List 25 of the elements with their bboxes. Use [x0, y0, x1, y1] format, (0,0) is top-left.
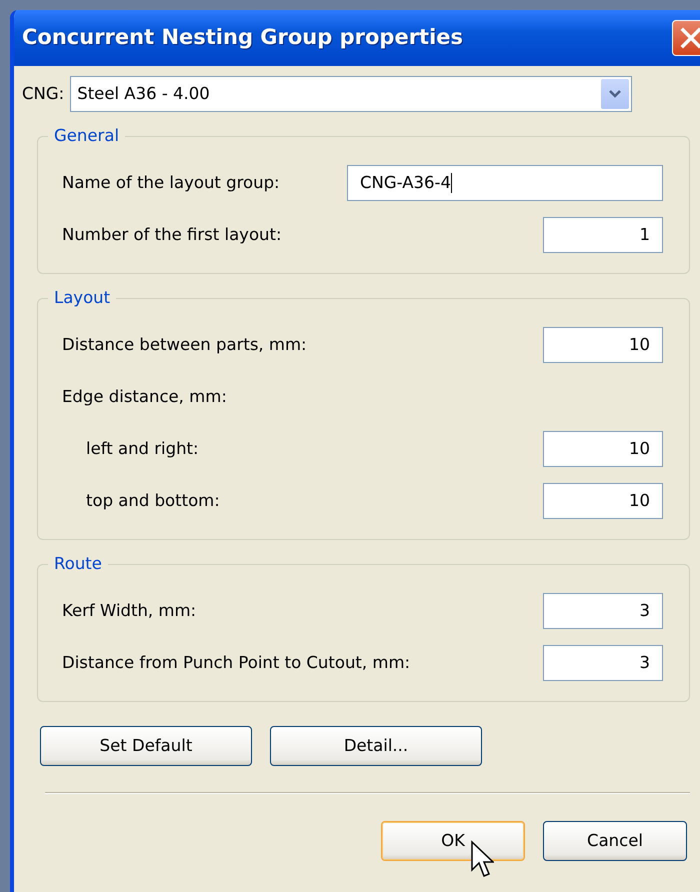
field-label: Distance from Punch Point to Cutout, mm: — [62, 652, 410, 674]
field-label: top and bottom: — [86, 490, 220, 512]
number-field[interactable]: 10 — [543, 483, 663, 519]
set-default-button[interactable]: Set Default — [40, 726, 252, 766]
number-field[interactable]: 10 — [543, 431, 663, 467]
close-icon — [680, 27, 700, 49]
set-default-button[interactable]: Detail... — [270, 726, 482, 766]
field-label: CNG: — [22, 82, 64, 105]
field-label: left and right: — [86, 438, 199, 460]
close-button[interactable] — [672, 20, 700, 56]
number-field[interactable]: 10 — [543, 327, 663, 363]
field-label: Number of the first layout: — [62, 224, 282, 246]
text-field[interactable]: CNG-A36-4 — [347, 165, 663, 201]
field-label: Kerf Width, mm: — [62, 600, 196, 622]
mouse-pointer-icon — [470, 840, 494, 880]
number-field[interactable]: 3 — [543, 645, 663, 681]
field-label: Name of the layout group: — [62, 172, 280, 194]
field-label: Edge distance, mm: — [62, 386, 227, 408]
cng-dropdown[interactable]: Steel A36 - 4.00 — [70, 76, 632, 112]
cancel-button[interactable]: Cancel — [543, 821, 687, 861]
field-label: Distance between parts, mm: — [62, 334, 307, 356]
number-field[interactable]: 3 — [543, 593, 663, 629]
window-title: Concurrent Nesting Group properties — [22, 24, 464, 52]
number-field[interactable]: 1 — [543, 217, 663, 253]
ok-button[interactable]: OK — [381, 821, 525, 861]
